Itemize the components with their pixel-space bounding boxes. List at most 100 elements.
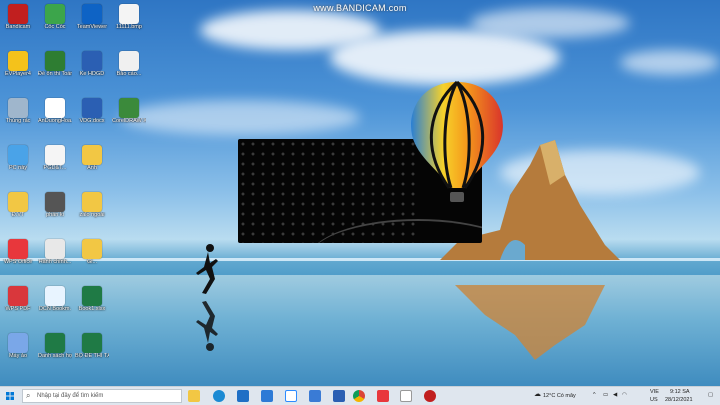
desktop-icon-label: AnDuongHoa... — [38, 118, 72, 124]
wps-pdf-icon — [8, 286, 28, 306]
bmp-file-icon — [119, 4, 139, 24]
weather-icon[interactable]: ☁ — [534, 391, 541, 399]
folder-icon — [82, 145, 102, 165]
edge-browser-icon[interactable] — [213, 390, 225, 402]
runner-silhouette — [196, 244, 218, 294]
desktop-icon[interactable]: Đ.VT — [1, 192, 35, 219]
desktop-icon-label: Thùng rác — [5, 118, 31, 124]
word-doc-icon — [45, 98, 65, 118]
desktop-icon[interactable]: Danh sách học sinh... — [38, 333, 72, 360]
desktop-icon[interactable]: EVPlayer4 — [1, 51, 35, 78]
zoom-icon[interactable] — [285, 390, 297, 402]
hot-air-balloon-logo — [411, 80, 503, 202]
desktop-icon[interactable]: Thùng rác — [1, 98, 35, 125]
desktop-icon[interactable]: WPS Office — [1, 239, 35, 266]
desktop-icon-label: CorelDRAW X8 — [112, 118, 146, 124]
notepad-icon[interactable] — [400, 390, 412, 402]
desktop-icon-label: Cốc Cốc — [44, 24, 66, 30]
excel-file-icon — [45, 333, 65, 353]
folder-icon — [82, 192, 102, 212]
desktop-icon[interactable]: AnDuongHoa... — [38, 98, 72, 125]
desktop-icon[interactable]: Book1.xlsx — [75, 286, 109, 313]
evplayer-icon — [8, 51, 28, 71]
desktop-icon[interactable]: Anh — [75, 145, 109, 172]
word-doc-icon — [82, 98, 102, 118]
desktop-icon-label: Danh sách học sinh... — [38, 353, 72, 359]
bandicam-icon — [8, 4, 28, 24]
desktop-icon[interactable]: Bảo cáo... — [112, 51, 146, 78]
network-icon[interactable]: ▭ — [603, 391, 608, 399]
desktop-icon[interactable]: Bandicam — [1, 4, 35, 31]
app-icon — [8, 333, 28, 353]
desktop-icon[interactable]: 11111.bmp — [112, 4, 146, 31]
app-icon — [45, 239, 65, 259]
desktop-icon[interactable]: Hành chính... — [38, 239, 72, 266]
desktop-icon-label: BỘ ĐỀ THI TẤT CẢ... — [75, 353, 109, 359]
desktop-icon[interactable]: WPS PDF — [1, 286, 35, 313]
language-indicator-bottom[interactable]: US — [650, 396, 658, 404]
store-icon[interactable] — [309, 390, 321, 402]
desktop-icon-label: Bảo cáo... — [116, 71, 142, 77]
mail-icon[interactable] — [261, 390, 273, 402]
desktop-icon[interactable]: CorelDRAW X8 — [112, 98, 146, 125]
desktop-icon-label: Book1.xlsx — [78, 306, 106, 312]
search-icon: ⌕ — [26, 391, 31, 400]
desktop[interactable]: www.BANDICAM.com Bandicam Cốc Cốc TeamView… — [0, 0, 720, 386]
document-icon — [45, 51, 65, 71]
desktop-icon[interactable]: Đề ôn thi Toán... — [38, 51, 72, 78]
wps-office-icon — [8, 239, 28, 259]
language-indicator-top[interactable]: VIE — [650, 388, 659, 396]
app-icon — [45, 286, 65, 306]
desktop-icon-label: zalo ngoài — [79, 212, 105, 218]
desktop-icon[interactable]: Ke HDGD — [75, 51, 109, 78]
bandicam-taskbar-icon[interactable] — [424, 390, 436, 402]
desktop-icon-label: Máy ảo — [8, 353, 28, 359]
desktop-icon[interactable]: Cốc Cốc — [38, 4, 72, 31]
coccoc-icon — [45, 4, 65, 24]
excel-file-icon — [82, 333, 102, 353]
tray-chevron-icon[interactable]: ^ — [593, 391, 596, 399]
search-placeholder: Nhập tại đây để tìm kiếm — [37, 393, 104, 399]
recycle-bin-icon — [8, 98, 28, 118]
desktop-icon[interactable]: DCN Bookm. — [38, 286, 72, 313]
desktop-icon-label: EVPlayer4 — [5, 71, 31, 77]
desktop-icon[interactable]: BỘ ĐỀ THI TẤT CẢ... — [75, 333, 109, 360]
desktop-icon-label: Hành chính... — [38, 259, 72, 265]
weather-text[interactable]: 12°C Có mây — [543, 392, 576, 400]
folder-icon — [82, 239, 102, 259]
folder-icon — [8, 192, 28, 212]
desktop-icon[interactable]: TeamViewer — [75, 4, 109, 31]
windows-start-icon[interactable] — [0, 389, 20, 403]
desktop-icon-label: Gi... — [86, 259, 98, 265]
desktop-icon[interactable]: Gi... — [75, 239, 109, 266]
calendar-icon[interactable] — [333, 390, 345, 402]
chrome-icon[interactable] — [353, 390, 365, 402]
desktop-icon[interactable]: PC này — [1, 145, 35, 172]
desktop-icon-label: phần ki — [46, 212, 64, 218]
desktop-icon[interactable]: VDG.docx — [75, 98, 109, 125]
word-doc-icon — [82, 51, 102, 71]
this-pc-icon — [8, 145, 28, 165]
desktop-icon-label: Đề ôn thi Toán... — [38, 71, 72, 77]
desktop-icon[interactable]: PGD&T... — [38, 145, 72, 172]
volume-icon[interactable]: ◀ — [613, 391, 617, 399]
file-explorer-icon[interactable] — [237, 390, 249, 402]
clock-date[interactable]: 28/12/2021 — [665, 396, 693, 404]
wifi-icon[interactable]: ◠ — [622, 391, 627, 399]
taskbar: ⌕ Nhập tại đây để tìm kiếm ☁ 12°C Có mây… — [0, 386, 720, 405]
desktop-icon[interactable]: zalo ngoài — [75, 192, 109, 219]
clock-time[interactable]: 9:12 SA — [670, 388, 690, 396]
pptx-file-icon — [45, 145, 65, 165]
desktop-icon-label: WPS Office — [3, 259, 33, 265]
desktop-icon[interactable]: Máy ảo — [1, 333, 35, 360]
desktop-icon-label: Anh — [87, 165, 97, 171]
desktop-icon-label: Bandicam — [5, 24, 31, 30]
taskbar-search-box[interactable]: ⌕ Nhập tại đây để tìm kiếm — [22, 389, 182, 403]
rock-reflection — [455, 285, 605, 360]
notification-icon[interactable]: ▢ — [708, 391, 713, 399]
desktop-icon-label: PGD&T... — [43, 165, 67, 171]
desktop-icon[interactable]: phần ki — [38, 192, 72, 219]
wps-office-taskbar-icon[interactable] — [377, 390, 389, 402]
teamviewer-icon — [82, 4, 102, 24]
task-view-icon[interactable] — [188, 390, 200, 402]
